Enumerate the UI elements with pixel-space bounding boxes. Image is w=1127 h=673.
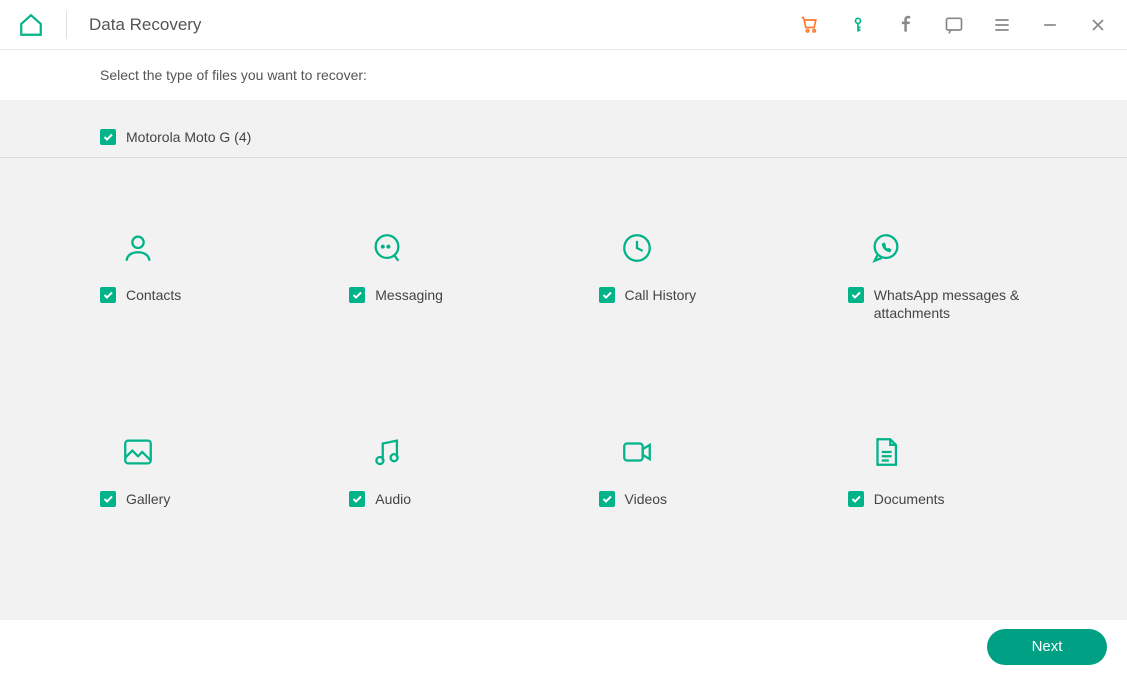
- category-videos[interactable]: Videos: [599, 432, 838, 508]
- gallery-icon: [118, 432, 158, 472]
- device-name: Motorola Moto G (4): [126, 129, 251, 145]
- device-row: Motorola Moto G (4): [0, 100, 1127, 158]
- document-icon: [866, 432, 906, 472]
- gallery-label: Gallery: [126, 490, 170, 508]
- facebook-icon[interactable]: [895, 14, 917, 36]
- documents-label: Documents: [874, 490, 945, 508]
- footer: Next: [0, 620, 1127, 673]
- separator: [66, 11, 67, 39]
- instruction-text: Select the type of files you want to rec…: [0, 50, 1127, 100]
- next-button[interactable]: Next: [987, 629, 1107, 665]
- category-call-history[interactable]: Call History: [599, 228, 838, 322]
- toolbar-icons: [799, 14, 1109, 36]
- contacts-checkbox[interactable]: [100, 287, 116, 303]
- category-grid: Contacts Messaging Call History: [0, 158, 1127, 509]
- close-icon[interactable]: [1087, 14, 1109, 36]
- gallery-checkbox[interactable]: [100, 491, 116, 507]
- messaging-checkbox[interactable]: [349, 287, 365, 303]
- page-title: Data Recovery: [89, 15, 201, 35]
- messaging-label: Messaging: [375, 286, 443, 304]
- videos-label: Videos: [625, 490, 668, 508]
- contacts-icon: [118, 228, 158, 268]
- main-panel: Motorola Moto G (4) Contacts Messaging: [0, 100, 1127, 620]
- key-icon[interactable]: [847, 14, 869, 36]
- videos-checkbox[interactable]: [599, 491, 615, 507]
- documents-checkbox[interactable]: [848, 491, 864, 507]
- contacts-label: Contacts: [126, 286, 181, 304]
- category-contacts[interactable]: Contacts: [100, 228, 339, 322]
- category-documents[interactable]: Documents: [848, 432, 1087, 508]
- audio-checkbox[interactable]: [349, 491, 365, 507]
- video-icon: [617, 432, 657, 472]
- minimize-icon[interactable]: [1039, 14, 1061, 36]
- call-history-label: Call History: [625, 286, 697, 304]
- whatsapp-icon: [866, 228, 906, 268]
- cart-icon[interactable]: [799, 14, 821, 36]
- audio-label: Audio: [375, 490, 411, 508]
- category-audio[interactable]: Audio: [349, 432, 588, 508]
- call-history-checkbox[interactable]: [599, 287, 615, 303]
- category-messaging[interactable]: Messaging: [349, 228, 588, 322]
- clock-icon: [617, 228, 657, 268]
- audio-icon: [367, 432, 407, 472]
- titlebar: Data Recovery: [0, 0, 1127, 50]
- device-checkbox[interactable]: [100, 129, 116, 145]
- home-button[interactable]: [18, 12, 44, 38]
- category-gallery[interactable]: Gallery: [100, 432, 339, 508]
- whatsapp-label: WhatsApp messages & attachments: [874, 286, 1024, 322]
- whatsapp-checkbox[interactable]: [848, 287, 864, 303]
- messaging-icon: [367, 228, 407, 268]
- menu-icon[interactable]: [991, 14, 1013, 36]
- feedback-icon[interactable]: [943, 14, 965, 36]
- category-whatsapp[interactable]: WhatsApp messages & attachments: [848, 228, 1087, 322]
